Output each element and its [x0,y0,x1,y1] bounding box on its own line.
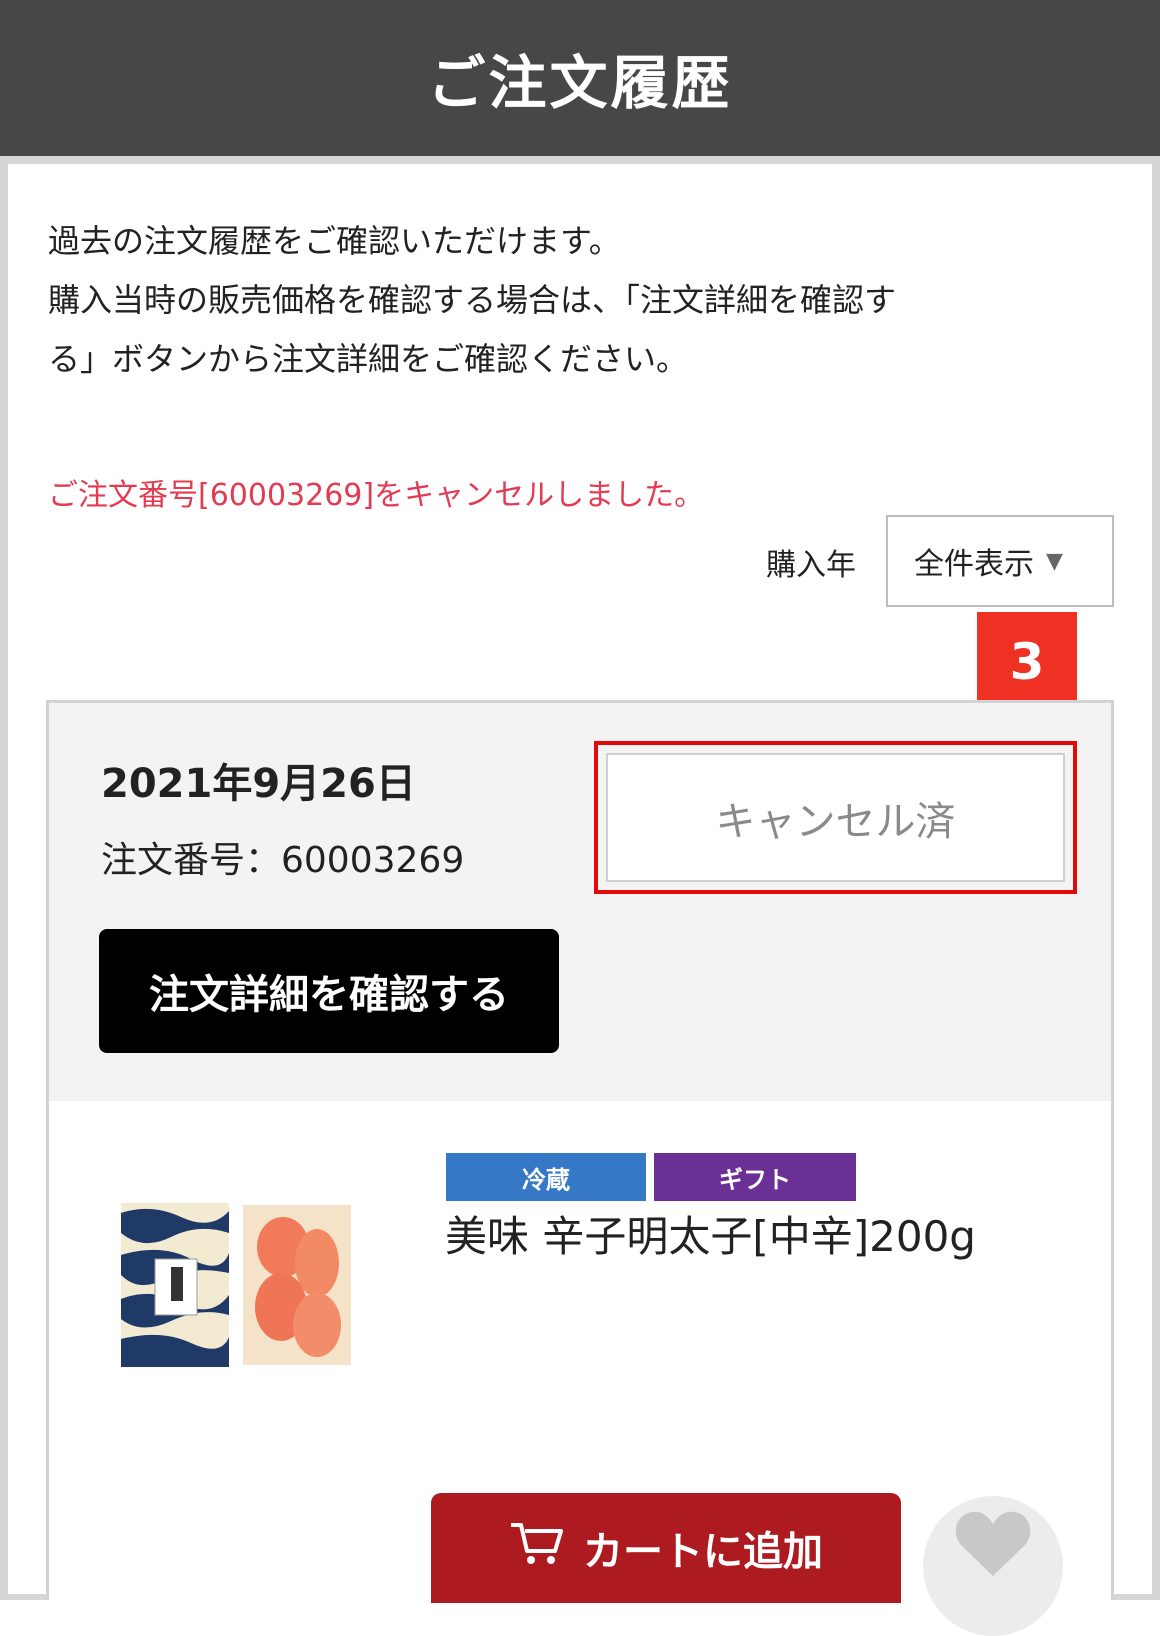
add-to-cart-label: カートに追加 [583,1529,823,1575]
intro-line-3: る」ボタンから注文詳細をご確認ください。 [48,340,689,378]
step-number: 3 [1009,633,1045,691]
order-number: 注文番号：60003269 [101,840,465,881]
heart-icon [954,1510,1032,1582]
triangle-down-icon: ▼ [1046,548,1063,574]
tag-refrigerated: 冷蔵 [446,1153,646,1201]
favorite-button[interactable] [923,1496,1063,1636]
year-filter-label: 購入年 [766,548,856,583]
tag-gift: ギフト [654,1153,856,1201]
page-title: ご注文履歴 [427,49,733,117]
page-header: ご注文履歴 [0,0,1160,156]
product-name[interactable]: 美味 辛子明太子[中辛]200g [445,1203,976,1264]
cancelled-status-button[interactable]: キャンセル済 [606,753,1065,882]
add-to-cart-button[interactable]: カートに追加 [431,1493,901,1603]
order-card: 2021年9月26日 注文番号：60003269 キャンセル済 注文詳細を確認す… [46,700,1114,1636]
intro-line-1: 過去の注文履歴をご確認いただけます。 [48,222,621,260]
product-image[interactable] [121,1203,351,1367]
order-header: 2021年9月26日 注文番号：60003269 キャンセル済 注文詳細を確認す… [49,703,1111,1101]
year-filter-select[interactable]: 全件表示 ▼ [886,515,1114,607]
cancel-notice: ご注文番号[60003269]をキャンセルしました。 [48,478,705,513]
step-badge: 3 [977,612,1077,728]
tag-label: ギフト [719,1165,791,1194]
cancelled-status-label: キャンセル済 [715,798,956,845]
order-detail-label: 注文詳細を確認する [149,972,509,1018]
order-date: 2021年9月26日 [101,761,416,807]
cart-icon [509,1519,565,1577]
intro-line-2: 購入当時の販売価格を確認する場合は、「注文詳細を確認す [48,281,897,319]
intro-text: 過去の注文履歴をご確認いただけます。 購入当時の販売価格を確認する場合は、「注文… [48,212,1088,389]
order-detail-button[interactable]: 注文詳細を確認する [99,929,559,1053]
year-filter-value: 全件表示 [914,547,1034,582]
tag-label: 冷蔵 [522,1165,570,1194]
